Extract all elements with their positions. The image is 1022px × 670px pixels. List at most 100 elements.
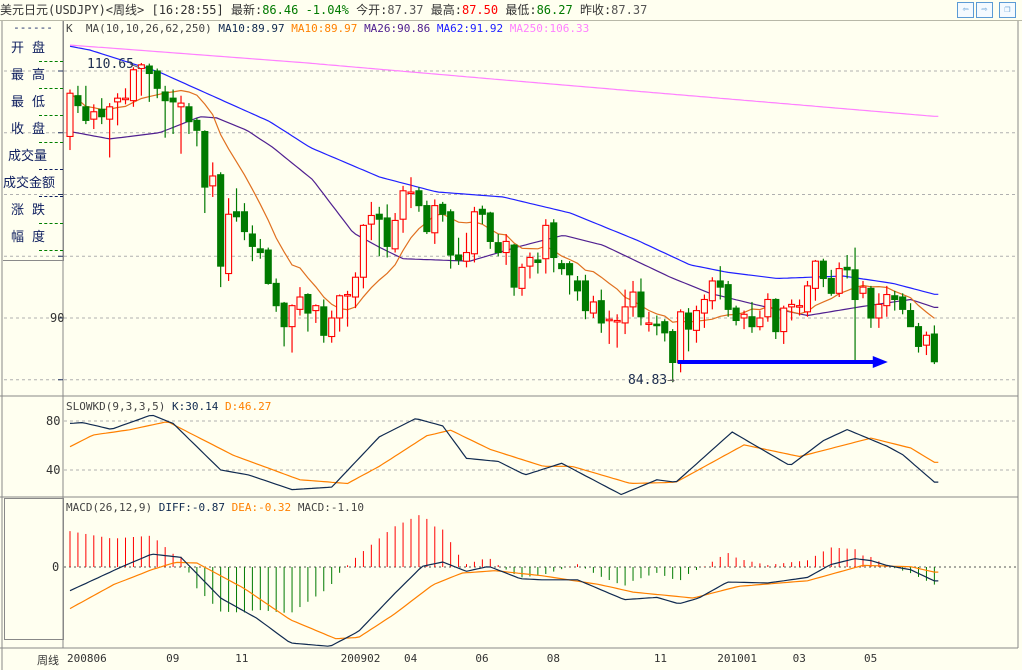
- candle-up: [367, 214, 375, 225]
- candle-up: [542, 224, 550, 260]
- candle-up: [875, 303, 883, 319]
- legend-ma10b: MA10:89.97: [291, 22, 358, 35]
- quote-sidebar: ------ 开盘 最高 最低 收盘 成交量 成交金额 涨跌 幅度: [3, 21, 64, 261]
- candle-down: [383, 217, 391, 247]
- date-label: 201001: [717, 652, 757, 665]
- candlesticks: [66, 62, 938, 382]
- moving-averages: [69, 44, 939, 323]
- macd-name: MACD(26,12,9): [66, 501, 153, 514]
- candle-down: [581, 280, 590, 312]
- candle-down: [256, 248, 264, 254]
- candle-up: [312, 305, 320, 312]
- candle-down: [653, 323, 661, 327]
- candle-up: [605, 318, 613, 322]
- candle-up: [835, 268, 843, 294]
- candle-down: [597, 300, 605, 324]
- candle-up: [922, 334, 930, 346]
- candle-up: [114, 97, 122, 103]
- sidebar-volume: 成交量: [3, 145, 63, 172]
- candle-up: [225, 213, 233, 275]
- candle-down: [217, 174, 225, 267]
- candle-down: [843, 266, 851, 271]
- candle-down: [415, 190, 423, 207]
- date-label: 200902: [340, 652, 381, 665]
- date-label: 11: [235, 652, 249, 665]
- candle-down: [232, 211, 241, 218]
- candle-down: [827, 277, 835, 294]
- legend-ma10a: MA10:89.97: [218, 22, 285, 35]
- candle-down: [534, 259, 542, 263]
- candle-down: [82, 106, 90, 121]
- candle-up: [700, 298, 708, 314]
- date-label: 06: [475, 652, 489, 665]
- candle-up: [90, 111, 98, 120]
- candle-down: [98, 108, 106, 118]
- legend-k: K: [66, 22, 73, 35]
- candle-down: [320, 306, 328, 336]
- candle-up: [764, 298, 772, 318]
- candle-down: [732, 307, 740, 322]
- sidebar-amount: 成交金额: [3, 172, 63, 199]
- candle-up: [740, 313, 748, 319]
- candle-down: [684, 312, 693, 330]
- candle-up: [883, 293, 891, 307]
- date-label: 200806: [67, 652, 107, 665]
- candle-up: [621, 306, 629, 324]
- candle-up: [613, 319, 621, 323]
- candle-down: [439, 203, 447, 215]
- main-legend: K MA(10,10,26,62,250) MA10:89.97 MA10:89…: [66, 22, 589, 35]
- macd-diff-line: [69, 553, 939, 647]
- macd-dea-line: [69, 561, 939, 640]
- candle-up: [431, 205, 439, 234]
- candle-down: [161, 91, 169, 102]
- legend-ma-params: MA(10,10,26,62,250): [85, 22, 212, 35]
- candle-up: [351, 276, 360, 298]
- candle-down: [724, 284, 732, 310]
- candle-up: [677, 311, 685, 364]
- date-axis: 周线 200806 09 11 200902 04 06 08 11 201001 03 05: [0, 648, 1022, 670]
- sidebar-low: 最低: [3, 91, 63, 118]
- candle-down: [510, 244, 518, 288]
- kd-tick-80: 80: [46, 414, 61, 428]
- candle-down: [899, 296, 907, 310]
- candle-down: [819, 260, 827, 280]
- candle-up: [756, 317, 764, 328]
- candle-up: [336, 295, 344, 319]
- low-annotation-value: 84.83: [628, 373, 668, 388]
- candle-up: [811, 260, 819, 289]
- date-label: 08: [546, 652, 560, 665]
- candle-up: [518, 266, 526, 289]
- candle-up: [859, 286, 867, 294]
- sidebar-change-pct: 幅度: [3, 226, 63, 253]
- candle-down: [637, 291, 645, 318]
- candle-up: [328, 317, 336, 338]
- high-annotation: 110.65: [87, 57, 134, 72]
- candle-up: [106, 106, 114, 120]
- candle-up: [780, 307, 788, 333]
- candle-down: [716, 280, 724, 288]
- candle-up: [692, 310, 701, 331]
- legend-ma250: MA250:106.33: [509, 22, 590, 35]
- candle-down: [447, 211, 455, 256]
- sidebar-high: 最高: [3, 64, 63, 91]
- candle-down: [185, 106, 193, 123]
- trend-arrow-head-icon: [872, 355, 888, 368]
- candle-down: [907, 310, 915, 328]
- sidebar-close: 收盘: [3, 118, 63, 145]
- candle-down: [494, 242, 502, 254]
- candle-down: [264, 249, 272, 284]
- kd-d-value: D:46.27: [224, 400, 272, 413]
- candle-down: [248, 233, 256, 247]
- candle-up: [796, 305, 804, 308]
- kd-name: SLOWKD(9,3,3,5): [66, 400, 166, 413]
- candle-down: [566, 263, 574, 276]
- candle-down: [851, 269, 859, 301]
- macd-dea-value: DEA:-0.32: [231, 501, 292, 514]
- candle-down: [891, 295, 899, 301]
- candle-down: [145, 65, 153, 75]
- candle-down: [661, 321, 669, 334]
- candle-up: [343, 293, 352, 297]
- candle-up: [526, 256, 534, 267]
- sidebar-change: 涨跌: [3, 199, 63, 226]
- candle-down: [867, 287, 875, 319]
